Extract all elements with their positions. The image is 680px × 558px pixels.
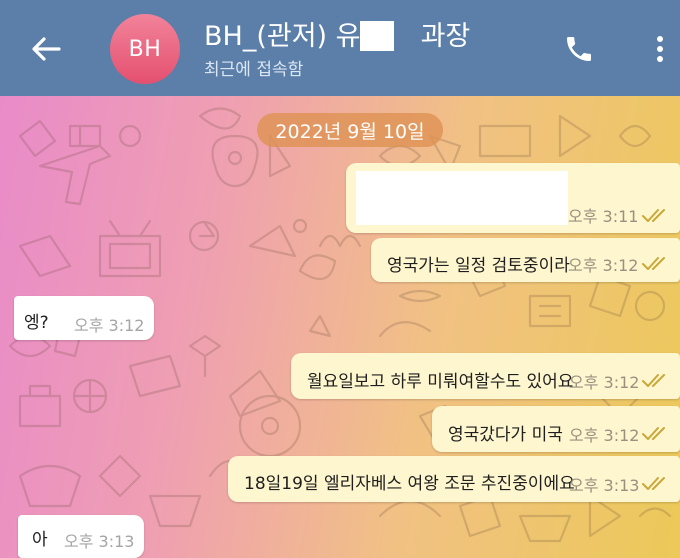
message-text: 엥?	[24, 313, 49, 333]
call-button[interactable]	[556, 26, 602, 72]
message-time: 오후 3:12	[568, 256, 639, 275]
message-text: 영국가는 일정 검토중이라	[387, 256, 570, 276]
phone-icon	[567, 37, 591, 61]
chat-title[interactable]: BH_(관저) 유 과장	[204, 14, 470, 53]
message-time: 오후 3:11	[568, 207, 639, 226]
message-bubble-outgoing[interactable]: 오후 3:11	[346, 163, 680, 233]
message-bubble-incoming[interactable]: 아 오후 3:13	[18, 515, 144, 558]
avatar[interactable]: BH	[110, 14, 180, 84]
message-bubble-incoming[interactable]: 엥? 오후 3:12	[14, 296, 154, 340]
message-bubble-outgoing[interactable]: 영국가는 일정 검토중이라 오후 3:12	[371, 238, 680, 282]
double-check-icon	[642, 477, 665, 490]
back-button[interactable]	[22, 26, 70, 72]
message-time: 오후 3:12	[74, 316, 145, 335]
double-check-icon	[642, 374, 665, 387]
message-text: 월요일보고 하루 미뤄여할수도 있어요	[307, 372, 574, 392]
more-menu-button[interactable]	[640, 26, 680, 72]
chat-header: BH BH_(관저) 유 과장 최근에 접속함	[0, 0, 680, 96]
date-separator: 2022년 9월 10일	[257, 113, 443, 147]
chat-screen: BH BH_(관저) 유 과장 최근에 접속함 2022년 9월 10일 오후 …	[0, 0, 680, 558]
message-text: 18일19일 엘리자베스 여왕 조문 추진중이에요	[244, 474, 575, 494]
redaction-box	[360, 21, 394, 51]
message-text: 아	[32, 530, 48, 550]
redaction-box	[356, 171, 568, 225]
arrow-left-icon	[32, 37, 61, 61]
message-bubble-outgoing[interactable]: 영국갔다가 미국 오후 3:12	[432, 406, 680, 452]
double-check-icon	[642, 209, 665, 222]
double-check-icon	[642, 427, 665, 440]
message-bubble-outgoing[interactable]: 18일19일 엘리자베스 여왕 조문 추진중이에요 오후 3:13	[228, 456, 680, 502]
message-time: 오후 3:13	[64, 532, 135, 551]
message-time: 오후 3:12	[569, 373, 640, 392]
message-text: 영국갔다가 미국	[448, 425, 563, 445]
more-vertical-icon	[657, 36, 663, 62]
message-time: 오후 3:12	[569, 426, 640, 445]
double-check-icon	[642, 257, 665, 270]
message-time: 오후 3:13	[569, 476, 640, 495]
last-seen-status: 최근에 접속함	[204, 60, 304, 80]
message-bubble-outgoing[interactable]: 월요일보고 하루 미뤄여할수도 있어요 오후 3:12	[291, 353, 680, 399]
